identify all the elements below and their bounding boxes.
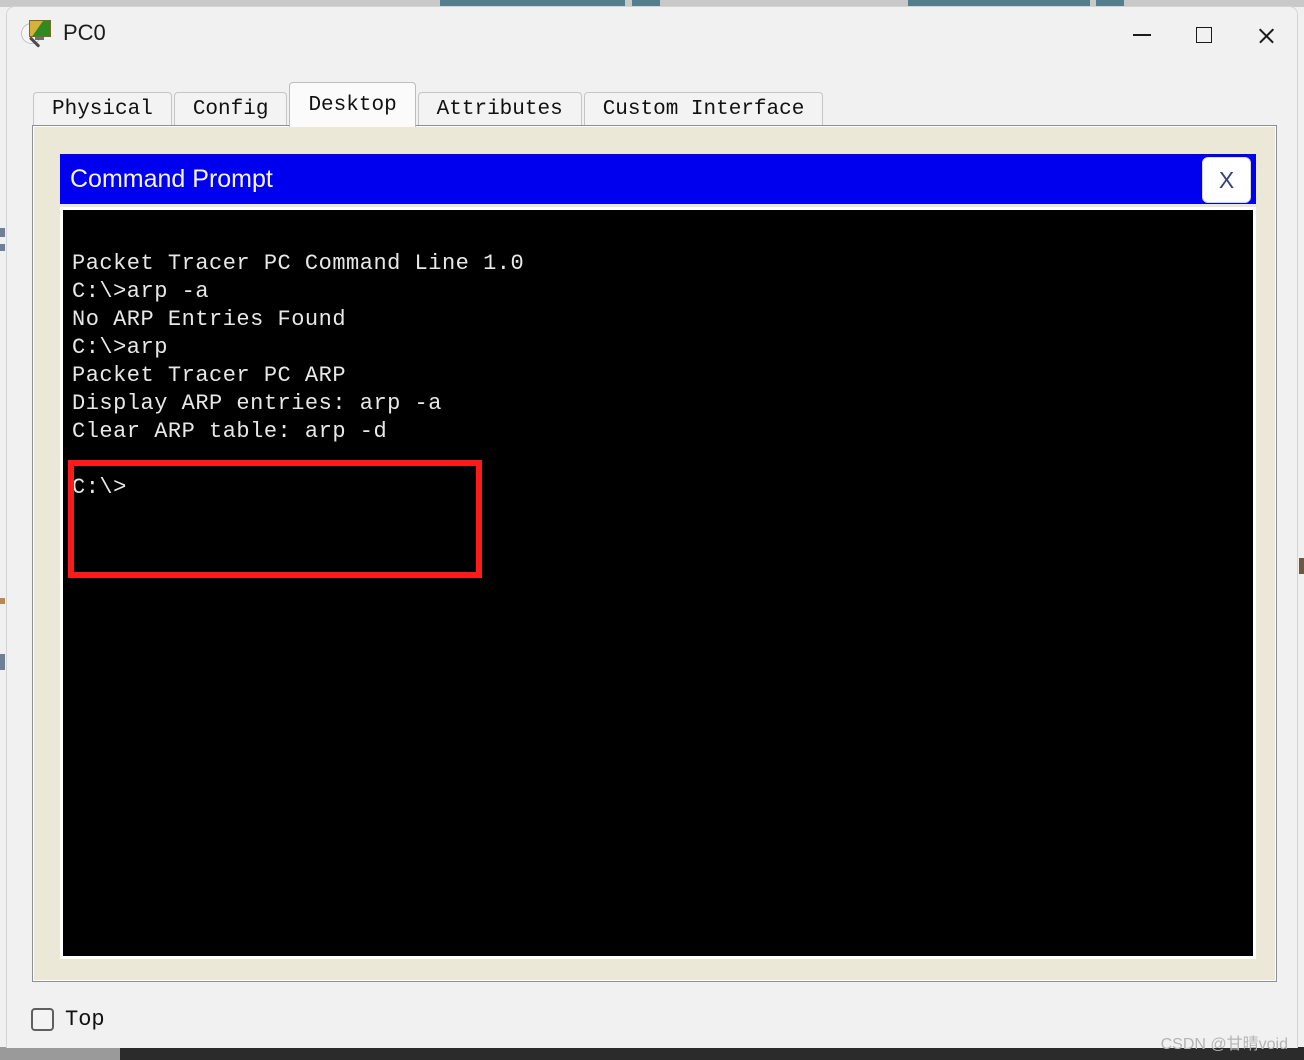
maximize-button[interactable] — [1173, 7, 1235, 63]
tab-custom-interface[interactable]: Custom Interface — [583, 92, 824, 127]
highlighted-command-group: C:\>arp Packet Tracer PC ARP Display ARP… — [68, 334, 1253, 578]
pc0-window: PC0 Physical Config Desktop Attributes C… — [6, 6, 1298, 1048]
terminal-line: C:\>arp -a — [72, 279, 210, 304]
top-checkbox-label: Top — [65, 1007, 105, 1032]
window-title-group: PC0 — [21, 17, 106, 49]
watermark: CSDN @甘晴void — [1160, 1036, 1288, 1053]
close-icon — [1257, 26, 1276, 45]
command-prompt-title: Command Prompt — [70, 165, 273, 193]
command-prompt-window: Command Prompt X Packet Tracer PC Comman… — [60, 154, 1256, 960]
maximize-icon — [1196, 27, 1212, 43]
terminal-line-highlighted: Packet Tracer PC ARP — [72, 363, 347, 388]
terminal-line-highlighted: Display ARP entries: arp -a — [72, 391, 442, 416]
tab-attributes[interactable]: Attributes — [417, 92, 582, 127]
minimize-button[interactable] — [1111, 7, 1173, 63]
window-controls — [1111, 7, 1297, 63]
desktop-panel: Command Prompt X Packet Tracer PC Comman… — [33, 126, 1276, 981]
terminal-line: No ARP Entries Found — [72, 307, 347, 332]
screen-root: PC0 Physical Config Desktop Attributes C… — [0, 0, 1304, 1060]
tab-list: Physical Config Desktop Attributes Custo… — [33, 82, 825, 127]
left-edge-artifact — [0, 598, 5, 604]
left-edge-artifact — [0, 244, 5, 251]
top-checkbox-row: Top — [31, 1007, 105, 1032]
terminal-line-highlighted: Clear ARP table: arp -d — [72, 419, 388, 444]
command-prompt-titlebar: Command Prompt X — [60, 154, 1256, 204]
tab-bar: Physical Config Desktop Attributes Custo… — [7, 69, 1297, 127]
window-title: PC0 — [63, 20, 106, 45]
minimize-icon — [1133, 34, 1151, 36]
terminal-line-highlighted: C:\>arp — [72, 335, 168, 360]
terminal-output[interactable]: Packet Tracer PC Command Line 1.0 C:\>ar… — [63, 210, 1253, 956]
packet-tracer-pc-icon — [21, 17, 53, 49]
terminal-prompt-line: C:\> — [72, 475, 127, 500]
left-edge-artifact — [0, 654, 5, 670]
tab-desktop[interactable]: Desktop — [289, 82, 416, 127]
close-x-icon: X — [1218, 166, 1235, 193]
window-titlebar: PC0 — [7, 7, 1297, 69]
left-edge-artifact — [0, 228, 5, 237]
command-prompt-close-button[interactable]: X — [1202, 157, 1251, 203]
terminal-frame: Packet Tracer PC Command Line 1.0 C:\>ar… — [60, 207, 1256, 959]
close-button[interactable] — [1235, 7, 1297, 63]
tab-config[interactable]: Config — [173, 92, 288, 127]
taskbar-edge-light — [0, 1047, 120, 1060]
top-checkbox[interactable] — [31, 1008, 54, 1031]
tab-physical[interactable]: Physical — [33, 92, 172, 127]
taskbar-edge — [0, 1047, 1304, 1060]
right-edge-artifact — [1299, 558, 1304, 574]
terminal-line: Packet Tracer PC Command Line 1.0 — [72, 251, 525, 276]
